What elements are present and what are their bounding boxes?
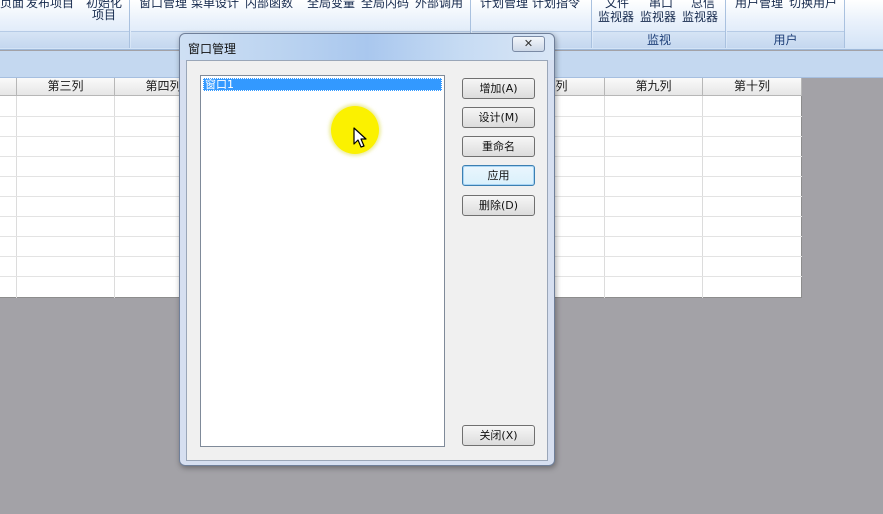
window-manage-dialog: 窗口管理 ✕ 窗口1 增加(A) 设计(M) 重命名 应用 删除(D) 关闭(X… (179, 33, 555, 466)
ribbon-caption-user: 用户 (727, 31, 844, 48)
ribbon-group-monitor: 文件 串口 总信 监视器 监视器 监视器 监视 (593, 0, 726, 48)
menu-design-button[interactable]: 菜单设计 (191, 0, 239, 11)
dialog-title: 窗口管理 (188, 42, 237, 56)
ribbon-group-user: 用户管理 切换用户 用户 (727, 0, 845, 48)
window-manage-button[interactable]: 窗口管理 (139, 0, 187, 11)
project-label: 项目 (92, 8, 117, 22)
window-list[interactable]: 窗口1 (200, 75, 445, 447)
column-header-stub[interactable] (0, 78, 17, 96)
rename-button[interactable]: 重命名 (462, 136, 535, 157)
internal-functions-button[interactable]: 内部函数 (245, 0, 293, 11)
page-button[interactable]: 页面 (0, 0, 24, 11)
ribbon-group-project: 页面 发布项目 初始化 项目 (0, 0, 130, 48)
add-button[interactable]: 增加(A) (462, 78, 535, 99)
grid-vline (702, 96, 703, 298)
close-button[interactable]: 关闭(X) (462, 425, 535, 446)
close-icon: ✕ (523, 37, 534, 50)
dialog-titlebar[interactable]: 窗口管理 ✕ (180, 34, 554, 60)
external-call-button[interactable]: 外部调用 (415, 0, 463, 11)
plan-manage-button[interactable]: 计划管理 (480, 0, 528, 11)
mouse-pointer-icon (353, 127, 367, 148)
grid-vline (114, 96, 115, 298)
switch-user-button[interactable]: 切换用户 (789, 0, 837, 11)
column-header-10[interactable]: 第十列 (703, 78, 802, 96)
grid-vline (16, 96, 17, 298)
list-item[interactable]: 窗口1 (203, 78, 442, 91)
dialog-close-x-button[interactable]: ✕ (512, 36, 545, 52)
file-monitor-button[interactable]: 监视器 (598, 10, 634, 25)
delete-button[interactable]: 删除(D) (462, 195, 535, 216)
column-header-9[interactable]: 第九列 (605, 78, 703, 96)
apply-button[interactable]: 应用 (462, 165, 535, 186)
grid-vline (604, 96, 605, 298)
design-button[interactable]: 设计(M) (462, 107, 535, 128)
ribbon-caption-project (0, 31, 129, 48)
column-header-3[interactable]: 第三列 (17, 78, 115, 96)
user-manage-button[interactable]: 用户管理 (735, 0, 783, 11)
ribbon-caption-monitor: 监视 (593, 31, 725, 48)
publish-project-button[interactable]: 发布项目 (26, 0, 74, 11)
global-variables-button[interactable]: 全局变量 (307, 0, 355, 11)
bus-monitor-button[interactable]: 监视器 (682, 10, 718, 25)
plan-command-button[interactable]: 计划指令 (532, 0, 580, 11)
serial-monitor-button[interactable]: 监视器 (640, 10, 676, 25)
global-code-button[interactable]: 全局内码 (361, 0, 409, 11)
